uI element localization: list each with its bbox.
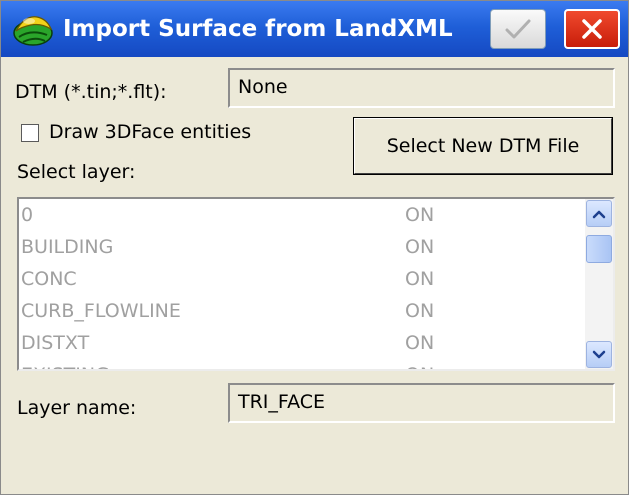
checkmark-icon xyxy=(505,19,531,39)
scroll-thumb[interactable] xyxy=(586,235,612,263)
draw-3dface-label[interactable]: Draw 3DFace entities xyxy=(49,121,251,143)
layer-row-state: ON xyxy=(405,359,434,369)
layer-list-rows: 0 ON BUILDING ON CONC ON CURB_FLOWLINE ON DISTXT… xyxy=(19,199,587,369)
layer-list-scrollbar[interactable] xyxy=(585,199,613,369)
title-bar: Import Surface from LandXML xyxy=(1,1,628,57)
window-title: Import Surface from LandXML xyxy=(63,16,453,42)
layer-row[interactable]: CONC ON xyxy=(19,263,587,295)
layer-row-name: EXISTING xyxy=(21,359,110,369)
import-surface-dialog: Import Surface from LandXML DTM (*.tin;*… xyxy=(0,0,629,495)
dtm-file-value: None xyxy=(238,76,288,98)
layer-name-field[interactable]: TRI_FACE xyxy=(228,383,615,423)
layer-row-name: 0 xyxy=(21,204,34,226)
dtm-file-field: None xyxy=(228,68,615,108)
draw-3dface-checkbox[interactable] xyxy=(21,124,39,142)
layer-row[interactable]: 0 ON xyxy=(19,199,587,231)
layer-row-state: ON xyxy=(405,332,435,354)
layer-row-state: ON xyxy=(405,236,435,258)
chevron-down-icon xyxy=(592,350,606,358)
layer-list[interactable]: 0 ON BUILDING ON CONC ON CURB_FLOWLINE ON DISTXT… xyxy=(17,197,615,371)
layer-row-name: CONC xyxy=(21,268,77,290)
layer-name-value: TRI_FACE xyxy=(238,391,326,413)
app-logo-icon xyxy=(11,9,55,49)
layer-row-name: BUILDING xyxy=(21,236,114,258)
layer-name-label: Layer name: xyxy=(17,397,137,419)
chevron-up-icon xyxy=(592,210,606,218)
layer-row-name: CURB_FLOWLINE xyxy=(21,300,181,322)
layer-row-state: ON xyxy=(405,204,435,226)
select-new-dtm-file-button[interactable]: Select New DTM File xyxy=(353,117,613,175)
scroll-up-button[interactable] xyxy=(586,200,612,227)
dtm-label: DTM (*.tin;*.flt): xyxy=(15,81,167,103)
layer-row[interactable]: EXISTING ON xyxy=(19,359,587,369)
layer-row[interactable]: CURB_FLOWLINE ON xyxy=(19,295,587,327)
layer-row-name: DISTXT xyxy=(21,332,90,354)
close-icon xyxy=(582,19,602,39)
close-button[interactable] xyxy=(564,9,620,49)
layer-row[interactable]: BUILDING ON xyxy=(19,231,587,263)
scroll-down-button[interactable] xyxy=(586,341,612,368)
ok-button[interactable] xyxy=(490,9,546,49)
select-layer-label: Select layer: xyxy=(17,161,136,183)
layer-row[interactable]: DISTXT ON xyxy=(19,327,587,359)
layer-row-state: ON xyxy=(405,268,435,290)
layer-row-state: ON xyxy=(405,300,435,322)
